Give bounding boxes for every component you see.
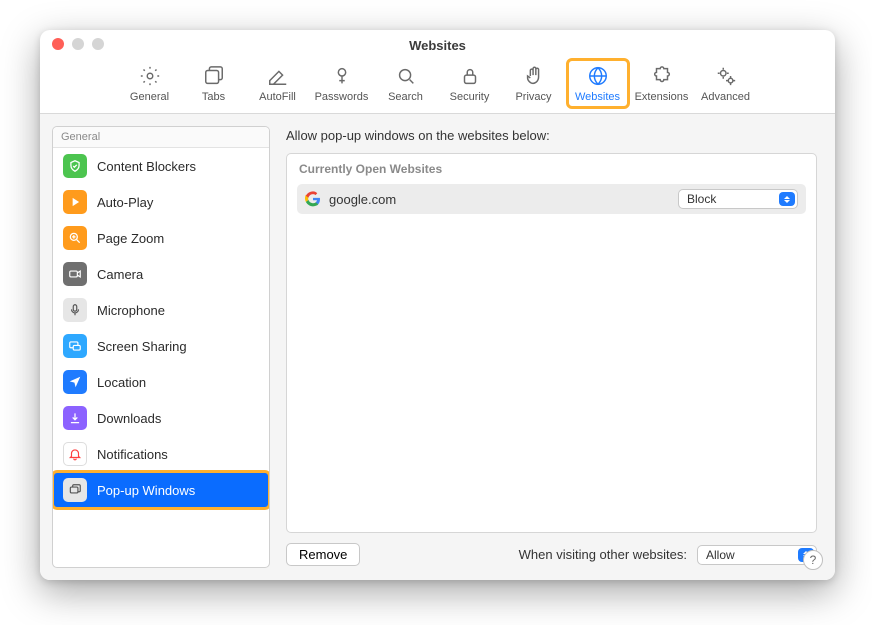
sidebar-item-label: Location	[97, 375, 146, 390]
sidebar-item-notifications[interactable]: Notifications	[53, 436, 269, 472]
currently-open-header: Currently Open Websites	[287, 154, 816, 184]
toolbar-privacy[interactable]: Privacy	[504, 60, 564, 107]
main-heading: Allow pop-up windows on the websites bel…	[286, 128, 817, 143]
sidebar-item-label: Page Zoom	[97, 231, 164, 246]
select-value: Block	[687, 192, 716, 206]
titlebar: Websites	[40, 30, 835, 52]
sidebar-item-microphone[interactable]: Microphone	[53, 292, 269, 328]
help-button[interactable]: ?	[803, 550, 823, 570]
website-setting-select[interactable]: Block	[678, 189, 798, 209]
preferences-toolbar: General Tabs AutoFill Passwords Search	[40, 52, 835, 114]
default-setting-select[interactable]: Allow	[697, 545, 817, 565]
sidebar-item-auto-play[interactable]: Auto-Play	[53, 184, 269, 220]
gear-icon	[138, 64, 162, 88]
toolbar-security[interactable]: Security	[440, 60, 500, 107]
toolbar-extensions[interactable]: Extensions	[632, 60, 692, 107]
puzzle-icon	[650, 64, 674, 88]
hand-icon	[522, 64, 546, 88]
download-icon	[63, 406, 87, 430]
sidebar-item-label: Pop-up Windows	[97, 483, 195, 498]
toolbar-passwords[interactable]: Passwords	[312, 60, 372, 107]
main-panel: Allow pop-up windows on the websites bel…	[270, 114, 835, 580]
globe-icon	[586, 64, 610, 88]
toolbar-websites[interactable]: Websites	[568, 60, 628, 107]
default-setting-label: When visiting other websites:	[519, 547, 687, 562]
window-stack-icon	[63, 478, 87, 502]
toolbar-tabs[interactable]: Tabs	[184, 60, 244, 107]
window-title: Websites	[50, 36, 825, 53]
key-icon	[330, 64, 354, 88]
pencil-line-icon	[266, 64, 290, 88]
search-icon	[394, 64, 418, 88]
main-footer: Remove When visiting other websites: All…	[286, 533, 817, 566]
content-area: General Content Blockers Auto-Play	[40, 114, 835, 580]
sidebar-item-label: Downloads	[97, 411, 161, 426]
preferences-window: Websites General Tabs AutoFill Passwor	[40, 30, 835, 580]
play-icon	[63, 190, 87, 214]
close-window-button[interactable]	[52, 38, 64, 50]
select-stepper-icon	[779, 192, 795, 206]
sidebar-section-header: General	[53, 127, 269, 148]
toolbar-autofill[interactable]: AutoFill	[248, 60, 308, 107]
location-arrow-icon	[63, 370, 87, 394]
microphone-icon	[63, 298, 87, 322]
sidebar-item-downloads[interactable]: Downloads	[53, 400, 269, 436]
camera-icon	[63, 262, 87, 286]
website-row[interactable]: google.com Block	[297, 184, 806, 214]
websites-list-frame: Currently Open Websites google.com Block	[286, 153, 817, 533]
sidebar-item-page-zoom[interactable]: Page Zoom	[53, 220, 269, 256]
zoom-icon	[63, 226, 87, 250]
sidebar-list: Content Blockers Auto-Play Page Zoom	[53, 148, 269, 567]
google-favicon-icon	[305, 191, 321, 207]
bell-icon	[63, 442, 87, 466]
shield-check-icon	[63, 154, 87, 178]
sidebar-item-label: Microphone	[97, 303, 165, 318]
lock-icon	[458, 64, 482, 88]
toolbar-search[interactable]: Search	[376, 60, 436, 107]
sidebar-item-popup-windows[interactable]: Pop-up Windows	[53, 472, 269, 508]
sidebar-item-label: Auto-Play	[97, 195, 153, 210]
sidebar-item-screen-sharing[interactable]: Screen Sharing	[53, 328, 269, 364]
traffic-lights	[52, 38, 104, 50]
select-value: Allow	[706, 548, 735, 562]
settings-sidebar: General Content Blockers Auto-Play	[52, 126, 270, 568]
screen-sharing-icon	[63, 334, 87, 358]
website-domain: google.com	[329, 192, 670, 207]
gears-icon	[714, 64, 738, 88]
tabs-icon	[202, 64, 226, 88]
sidebar-item-label: Screen Sharing	[97, 339, 187, 354]
sidebar-item-camera[interactable]: Camera	[53, 256, 269, 292]
sidebar-item-content-blockers[interactable]: Content Blockers	[53, 148, 269, 184]
sidebar-item-label: Content Blockers	[97, 159, 196, 174]
toolbar-advanced[interactable]: Advanced	[696, 60, 756, 107]
toolbar-general[interactable]: General	[120, 60, 180, 107]
sidebar-item-label: Camera	[97, 267, 143, 282]
minimize-window-button[interactable]	[72, 38, 84, 50]
sidebar-item-location[interactable]: Location	[53, 364, 269, 400]
zoom-window-button[interactable]	[92, 38, 104, 50]
sidebar-item-label: Notifications	[97, 447, 168, 462]
remove-button[interactable]: Remove	[286, 543, 360, 566]
